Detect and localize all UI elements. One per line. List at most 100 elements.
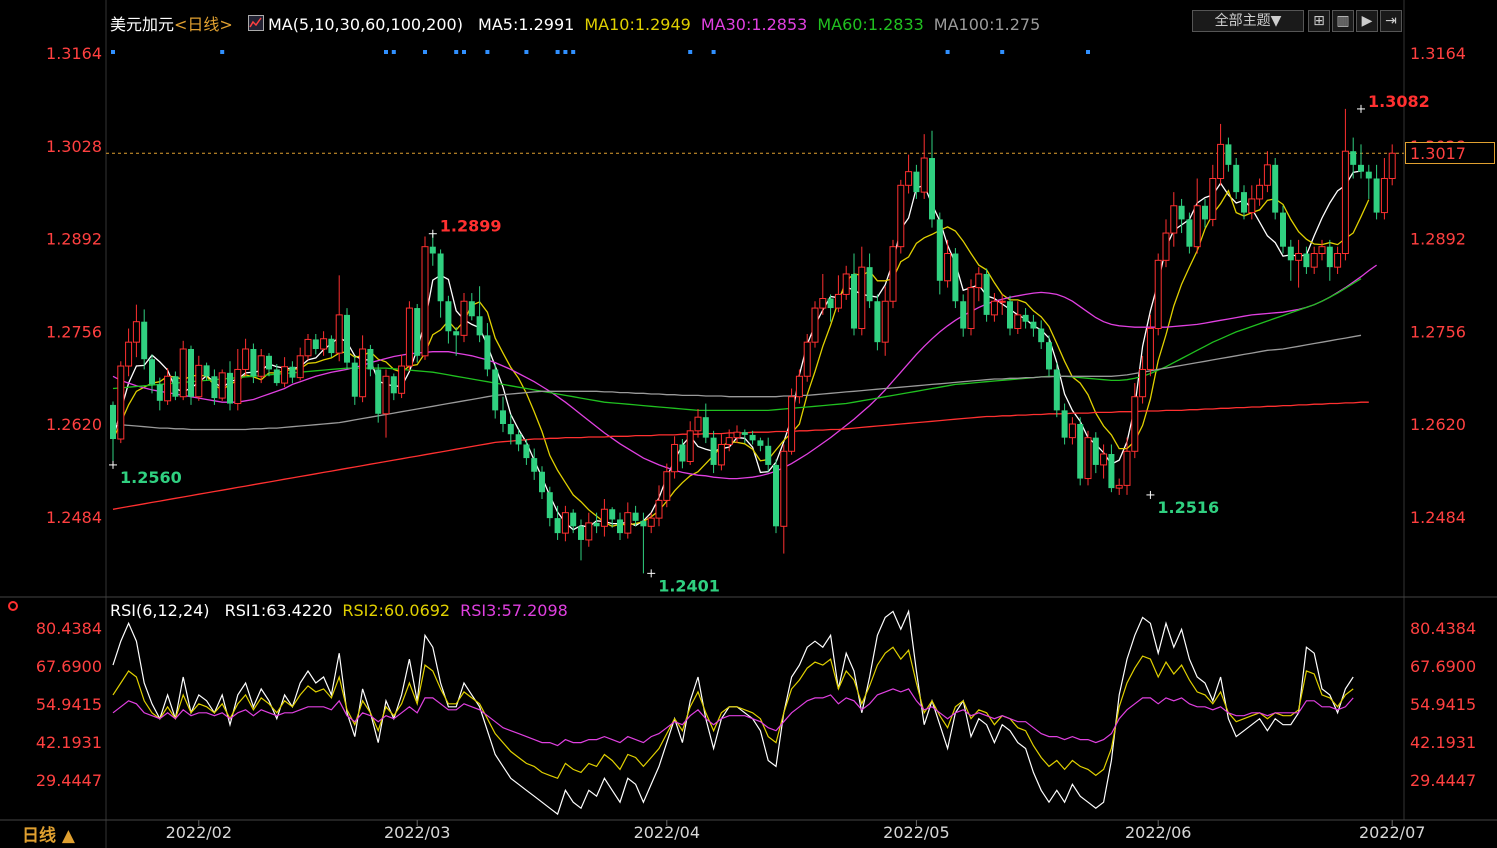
candle-body-up — [1014, 314, 1022, 330]
candle-body-up — [1310, 253, 1318, 268]
candle-body-down — [1030, 321, 1037, 329]
candle-body-up — [1084, 437, 1092, 480]
candle-body-up — [811, 307, 819, 343]
indicator-icon[interactable] — [247, 15, 264, 31]
candle-body-up — [1170, 205, 1178, 234]
extreme-label-low: 1.2516 — [1157, 498, 1219, 517]
candle-body-down — [1053, 369, 1060, 411]
candle-body-down — [539, 471, 545, 493]
candle-body-up — [382, 375, 390, 415]
settings-dot-icon[interactable] — [8, 601, 18, 611]
candle-body-up — [561, 512, 569, 534]
price-tick-right-2: 1.2892 — [1410, 230, 1466, 249]
candle-body-up — [834, 293, 842, 309]
candle-body-up — [1388, 152, 1396, 179]
candle-body-up — [944, 253, 952, 282]
event-marker — [462, 50, 466, 54]
period-label[interactable]: <日线> — [174, 15, 233, 34]
candle-body-down — [773, 464, 779, 527]
candle-body-up — [1256, 184, 1264, 200]
candle-body-up — [858, 266, 866, 330]
candle-body-down — [851, 273, 857, 329]
candle-body-up — [819, 298, 827, 309]
rsi-params-label: RSI(6,12,24) — [110, 601, 210, 620]
candle-body-up — [460, 300, 468, 336]
price-tick-right-5: 1.2484 — [1410, 508, 1466, 527]
candle-body-down — [172, 376, 179, 397]
candle-body-down — [476, 316, 483, 336]
candle-body-down — [1061, 410, 1068, 438]
candle-body-down — [492, 369, 499, 411]
ma-line-ma200 — [112, 401, 1369, 510]
ma-values: MA5:1.2991 MA10:1.2949 MA30:1.2853 MA60:1.2… — [468, 15, 1040, 34]
candle-body-down — [484, 335, 491, 370]
candle-body-down — [1046, 342, 1052, 370]
candle-body-down — [913, 171, 920, 193]
candle-body-down — [578, 526, 584, 540]
candle-body-up — [1209, 177, 1217, 220]
candle-body-up — [1380, 177, 1388, 214]
candle-body-down — [632, 512, 639, 521]
candle-body-down — [523, 444, 530, 459]
candle-body-up — [803, 341, 811, 377]
candle-body-up — [897, 184, 905, 248]
chart-svg: 1.31641.31641.30281.30281.28921.28921.27… — [0, 0, 1497, 848]
event-marker — [391, 50, 396, 54]
candle-body-down — [429, 246, 436, 254]
candle-body-up — [1217, 143, 1225, 179]
candle-body-up — [663, 471, 671, 501]
event-marker — [555, 50, 560, 54]
expand-icon[interactable]: ⇥ — [1380, 10, 1402, 32]
candle-body-down — [203, 365, 210, 377]
candle-body-up — [647, 517, 655, 527]
candle-body-down — [149, 359, 155, 385]
candle-body-up — [1162, 232, 1170, 261]
event-marker — [945, 50, 950, 54]
candle-body-down — [929, 158, 935, 220]
plus-box-icon[interactable]: ⊞ — [1308, 10, 1330, 32]
theme-selector-button[interactable]: 全部主题▼ — [1192, 10, 1304, 32]
candle-body-down — [375, 369, 382, 414]
play-box-icon[interactable]: ▶ — [1356, 10, 1378, 32]
grid-layer — [106, 152, 1404, 826]
bar-chart-icon[interactable]: ▥ — [1332, 10, 1354, 32]
candle-body-down — [1178, 205, 1185, 220]
event-marker — [220, 50, 225, 54]
candle-body-down — [874, 301, 881, 343]
candle-body-down — [414, 308, 421, 356]
candle-body-up — [686, 430, 694, 463]
annotation-layer: 1.2560 1.2899 1.2401 1.2516 1.3082 — [109, 50, 1430, 595]
candle-body-up — [717, 443, 725, 466]
candle-body-up — [671, 443, 679, 473]
rsi-values: RSI1:63.4220 RSI2:60.0692 RSI3:57.2098 — [215, 601, 568, 620]
candle-body-up — [335, 314, 343, 354]
candle-body-up — [1123, 450, 1131, 486]
candle-body-down — [141, 321, 148, 360]
candle-body-down — [1241, 192, 1247, 213]
candle-body-up — [1193, 205, 1201, 248]
period-toggle-button[interactable]: 日线 ▲ — [0, 824, 100, 848]
rsi-layer — [112, 609, 1354, 816]
time-tick-2: 2022/04 — [634, 823, 700, 842]
candle-body-up — [889, 246, 897, 302]
ma-value-0: MA5:1.2991 — [478, 15, 575, 34]
candle-body-up — [320, 338, 328, 350]
rsi-value-2: RSI3:57.2098 — [460, 601, 568, 620]
ma-value-3: MA60:1.2833 — [817, 15, 924, 34]
candle-body-down — [531, 458, 538, 472]
event-marker — [454, 50, 459, 54]
candle-body-up — [788, 396, 796, 452]
candle-body-down — [211, 376, 218, 399]
event-marker — [1086, 50, 1090, 54]
candle-body-up — [421, 246, 429, 357]
candle-body-down — [1280, 212, 1286, 247]
candle-body-down — [749, 434, 756, 441]
candle-body-down — [757, 440, 764, 446]
axis-label-layer: 1.31641.31641.30281.30281.28921.28921.27… — [36, 44, 1476, 842]
event-marker — [485, 50, 490, 54]
candle-body-down — [250, 348, 257, 377]
candle-body-down — [445, 301, 452, 332]
candle-body-up — [218, 372, 226, 399]
candle-body-down — [741, 432, 748, 435]
candle-body-up — [990, 300, 998, 316]
